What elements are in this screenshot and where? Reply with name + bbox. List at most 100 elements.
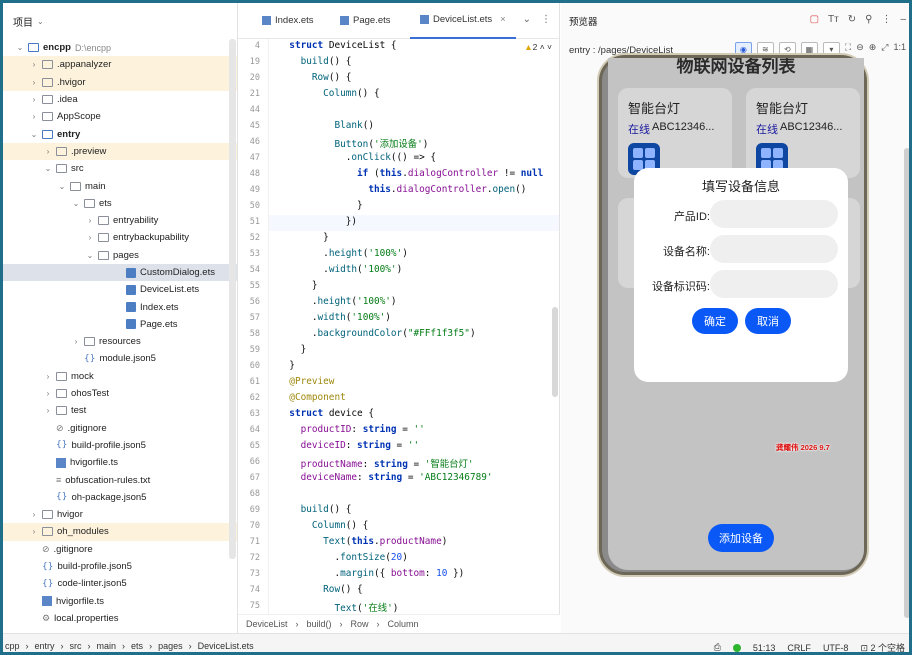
text-file-icon: ≡ <box>56 475 62 486</box>
tree-item[interactable]: ⌄ src <box>3 160 237 177</box>
breadcrumb-item[interactable]: Row <box>351 619 369 629</box>
tree-item[interactable]: › .preview <box>3 142 237 161</box>
font-size-icon[interactable]: Tт <box>828 14 839 25</box>
tree-item[interactable]: {} code-linter.json5 <box>3 575 237 592</box>
tree-item[interactable]: CustomDialog.ets <box>3 263 237 282</box>
breadcrumb-item[interactable]: Column <box>388 619 419 629</box>
more-options-icon[interactable]: ⋮ <box>541 14 551 25</box>
editor-tab[interactable]: Page.ets <box>330 3 401 39</box>
file-encoding[interactable]: UTF-8 <box>823 643 849 653</box>
tree-item[interactable]: ⚙ local.properties <box>3 610 237 627</box>
previewer-scrollbar[interactable] <box>904 148 909 618</box>
tree-item[interactable]: › .idea <box>3 91 237 108</box>
chevron-down-icon[interactable]: ⌄ <box>57 182 67 191</box>
tree-item[interactable]: › hvigor <box>3 506 237 523</box>
tree-item[interactable]: hvigorfile.ts <box>3 593 237 610</box>
tree-item[interactable]: › .hvigor <box>3 73 237 91</box>
tree-item[interactable]: {} oh-package.json5 <box>3 489 237 506</box>
device-card[interactable]: 智能台灯 在线 ABC12346... <box>618 88 732 178</box>
more-options-icon[interactable]: ⋮ <box>881 14 891 25</box>
tree-item[interactable]: › mock <box>3 368 237 385</box>
zoom-in-icon[interactable]: ⊕ <box>869 42 877 57</box>
tree-item[interactable]: › entrybackupability <box>3 229 237 246</box>
project-scrollbar[interactable] <box>229 39 236 559</box>
tree-item[interactable]: ⌄ pages <box>3 247 237 264</box>
tree-item[interactable]: ⌄ main <box>3 177 237 194</box>
tree-item[interactable]: ⌄ ets <box>3 195 237 212</box>
chevron-right-icon[interactable]: › <box>43 372 53 381</box>
editor-tab[interactable]: Index.ets <box>252 3 324 39</box>
notifications-icon[interactable]: ⎙ <box>714 642 721 652</box>
refresh-icon[interactable]: ↻ <box>848 14 856 25</box>
tree-item[interactable]: ≡ obfuscation-rules.txt <box>3 471 237 488</box>
tree-item[interactable]: › AppScope <box>3 108 237 125</box>
cancel-button[interactable]: 取消 <box>745 308 791 334</box>
chevron-down-icon[interactable]: ⌄ <box>15 43 25 52</box>
tree-item[interactable]: DeviceList.ets <box>3 281 237 298</box>
device-name-input[interactable] <box>710 235 838 263</box>
close-icon[interactable]: × <box>500 14 506 25</box>
inspect-icon[interactable]: ⚲ <box>865 14 872 25</box>
tree-item[interactable]: › ohosTest <box>3 385 237 402</box>
tree-item[interactable]: {} build-profile.json5 <box>3 437 237 454</box>
tree-item[interactable]: hvigorfile.ts <box>3 454 237 471</box>
chevron-right-icon[interactable]: › <box>43 147 53 156</box>
tree-item[interactable]: ⌄ entry <box>3 125 237 142</box>
chevron-down-icon[interactable]: ⌄ <box>29 130 39 139</box>
tree-item[interactable]: ⌄ encpp D:\encpp <box>3 39 237 56</box>
code-area[interactable]: ▲2 ˄ ˅ 4 struct DeviceList {19 build() {… <box>238 39 560 614</box>
zoom-out-icon[interactable]: ⊖ <box>856 42 864 57</box>
chevron-right-icon[interactable]: › <box>29 527 39 536</box>
chevron-down-icon[interactable]: ⌄ <box>71 199 81 208</box>
chevron-right-icon[interactable]: › <box>71 337 81 346</box>
tree-item[interactable]: › entryability <box>3 212 237 229</box>
status-crumb[interactable]: main <box>97 641 117 651</box>
tree-item[interactable]: › oh_modules <box>3 523 237 541</box>
code-line: productID: string = '' <box>300 424 425 435</box>
tree-item[interactable]: {} build-profile.json5 <box>3 558 237 575</box>
tree-item[interactable]: {} module.json5 <box>3 350 237 367</box>
status-crumb[interactable]: src <box>70 641 82 651</box>
device-card[interactable]: 智能台灯 在线 ABC12346... <box>746 88 860 178</box>
tree-item[interactable]: Index.ets <box>3 298 237 315</box>
add-device-button[interactable]: 添加设备 <box>708 524 774 552</box>
chevron-right-icon[interactable]: › <box>29 78 39 87</box>
line-separator[interactable]: CRLF <box>787 643 811 653</box>
breadcrumb-item[interactable]: build() <box>307 619 332 629</box>
status-crumb[interactable]: ets <box>131 641 143 651</box>
chevron-down-icon[interactable]: ⌄ <box>85 251 95 260</box>
one-to-one-icon[interactable]: 1:1 <box>893 42 906 57</box>
status-crumb[interactable]: pages <box>158 641 183 651</box>
breadcrumb-item[interactable]: DeviceList <box>246 619 288 629</box>
tabs-dropdown-icon[interactable]: ⌄ <box>523 14 531 25</box>
chevron-down-icon[interactable]: ⌄ <box>43 164 53 173</box>
chevron-right-icon[interactable]: › <box>29 95 39 104</box>
product-id-input[interactable] <box>710 200 838 228</box>
status-crumb[interactable]: entry <box>35 641 55 651</box>
tree-item[interactable]: Page.ets <box>3 316 237 333</box>
chevron-right-icon[interactable]: › <box>43 389 53 398</box>
device-code-input[interactable] <box>710 270 838 298</box>
chevron-right-icon[interactable]: › <box>29 60 39 69</box>
chevron-right-icon[interactable]: › <box>43 406 53 415</box>
chevron-right-icon[interactable]: › <box>29 112 39 121</box>
tree-item[interactable]: › .appanalyzer <box>3 56 237 74</box>
tree-item[interactable]: › test <box>3 402 237 419</box>
minimize-icon[interactable]: – <box>900 14 906 25</box>
health-status-icon[interactable] <box>732 643 741 652</box>
tree-item[interactable]: ⊘ .gitignore <box>3 541 237 558</box>
stop-icon[interactable]: ▢ <box>810 14 819 25</box>
chevron-right-icon[interactable]: › <box>29 510 39 519</box>
project-panel-header[interactable]: 项目 ⌄ <box>3 3 237 39</box>
status-crumb[interactable]: cpp <box>5 641 20 651</box>
editor-tab[interactable]: DeviceList.ets × <box>410 3 516 39</box>
tree-item[interactable]: › resources <box>3 333 237 350</box>
fullscreen-icon[interactable]: ⤢ <box>881 42 888 57</box>
chevron-right-icon[interactable]: › <box>85 233 95 242</box>
confirm-button[interactable]: 确定 <box>692 308 738 334</box>
chevron-right-icon[interactable]: › <box>85 216 95 225</box>
tree-item[interactable]: ⊘ .gitignore <box>3 420 237 437</box>
status-crumb[interactable]: DeviceList.ets <box>198 641 254 651</box>
indent-setting[interactable]: ⊡ 2 个空格 <box>860 641 905 652</box>
cursor-position[interactable]: 51:13 <box>753 643 776 653</box>
